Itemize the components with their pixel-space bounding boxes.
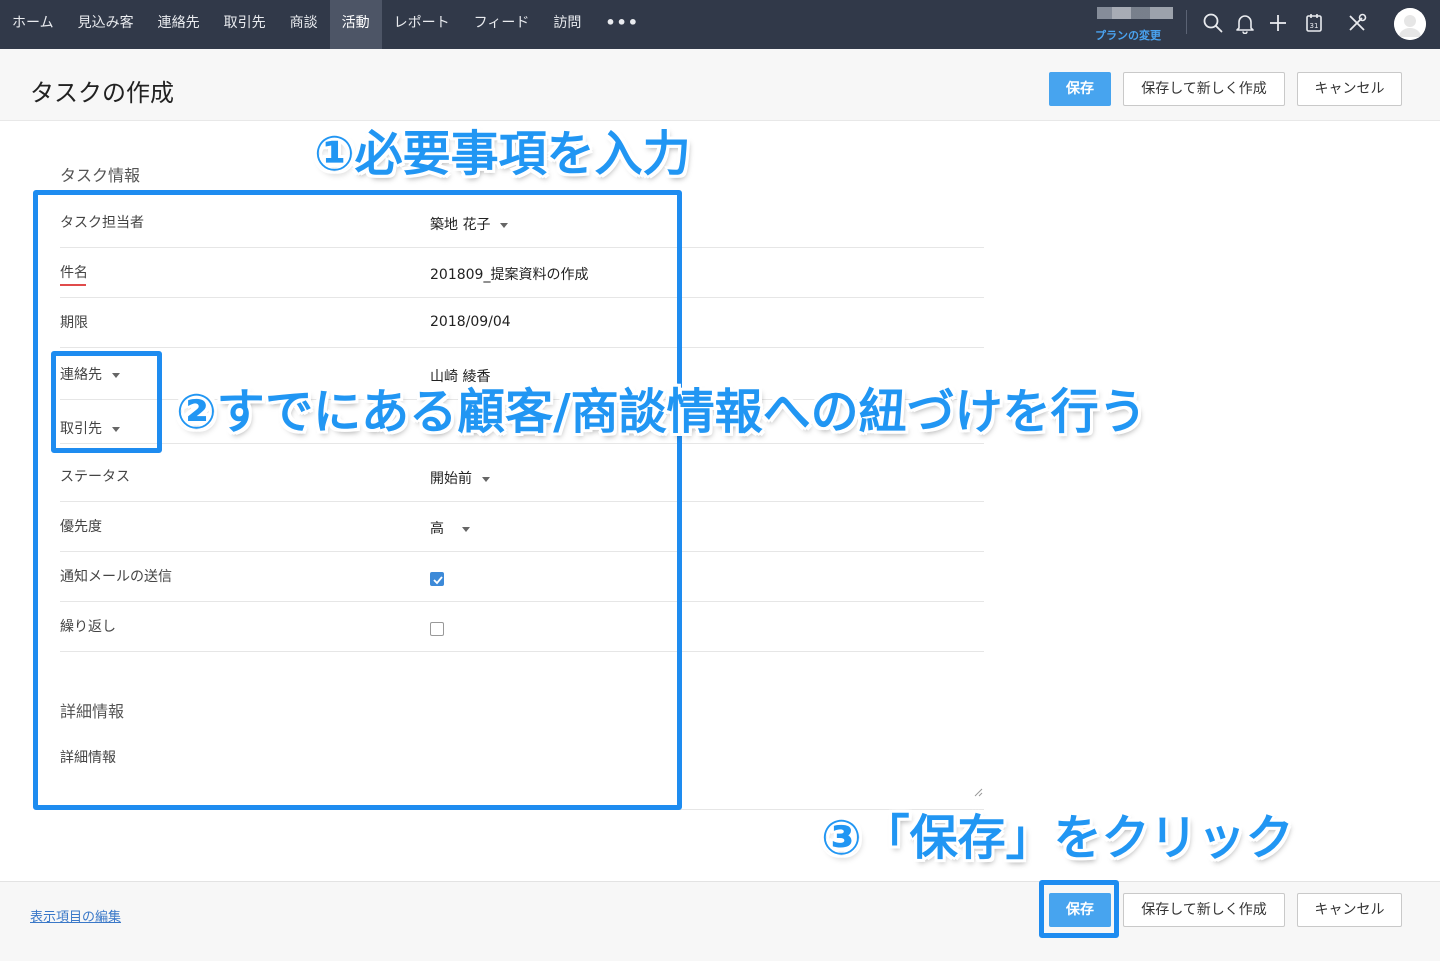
nav-item-home[interactable]: ホーム [0,0,66,49]
top-navigation-bar: ホーム 見込み客 連絡先 取引先 商談 活動 レポート フィード 訪問 ••• … [0,0,1440,49]
annotation-box-form [33,190,682,810]
page-footer: 表示項目の編集 保存 保存して新しく作成 キャンセル [0,881,1440,961]
nav-more-button[interactable]: ••• [593,0,651,49]
search-icon[interactable] [1202,12,1224,34]
nav-item-contacts[interactable]: 連絡先 [146,0,212,49]
footer-save-and-new-button[interactable]: 保存して新しく作成 [1123,893,1285,927]
nav-item-deals[interactable]: 商談 [278,0,330,49]
nav-item-visits[interactable]: 訪問 [541,0,593,49]
topbar-divider [1186,10,1187,34]
save-button[interactable]: 保存 [1049,72,1111,106]
nav-item-activities[interactable]: 活動 [329,0,382,49]
save-and-new-button[interactable]: 保存して新しく作成 [1123,72,1285,106]
edit-layout-link[interactable]: 表示項目の編集 [30,906,121,925]
svg-text:31: 31 [1310,22,1319,30]
nav-item-accounts[interactable]: 取引先 [212,0,278,49]
nav-item-reports[interactable]: レポート [382,0,462,49]
nav-item-feeds[interactable]: フィード [462,0,542,49]
cancel-button[interactable]: キャンセル [1297,72,1402,106]
annotation-step2: ②すでにある顧客/商談情報への紐づけを行う [176,384,1147,440]
section-title-task-info: タスク情報 [60,166,141,185]
tools-icon[interactable] [1346,12,1368,34]
annotation-step1: ①必要事項を入力 [314,126,691,182]
page-title: タスクの作成 [30,79,174,107]
nav-item-leads[interactable]: 見込み客 [66,0,146,49]
plan-change-link[interactable]: プランの変更 [1095,27,1161,43]
footer-cancel-button[interactable]: キャンセル [1297,893,1402,927]
page-header: タスクの作成 保存 保存して新しく作成 キャンセル [0,49,1440,121]
avatar[interactable] [1394,8,1426,40]
main-nav: ホーム 見込み客 連絡先 取引先 商談 活動 レポート フィード 訪問 ••• [0,0,651,49]
annotation-box-save [1039,880,1119,938]
bell-icon[interactable] [1234,12,1256,34]
annotation-step3: ③「保存」をクリック [821,810,1294,866]
plus-icon[interactable] [1267,12,1289,34]
annotation-box-relations [51,351,162,453]
resize-handle-icon[interactable] [973,787,983,797]
user-name-blurred [1097,7,1173,19]
calendar-icon[interactable]: 31 [1303,12,1325,34]
